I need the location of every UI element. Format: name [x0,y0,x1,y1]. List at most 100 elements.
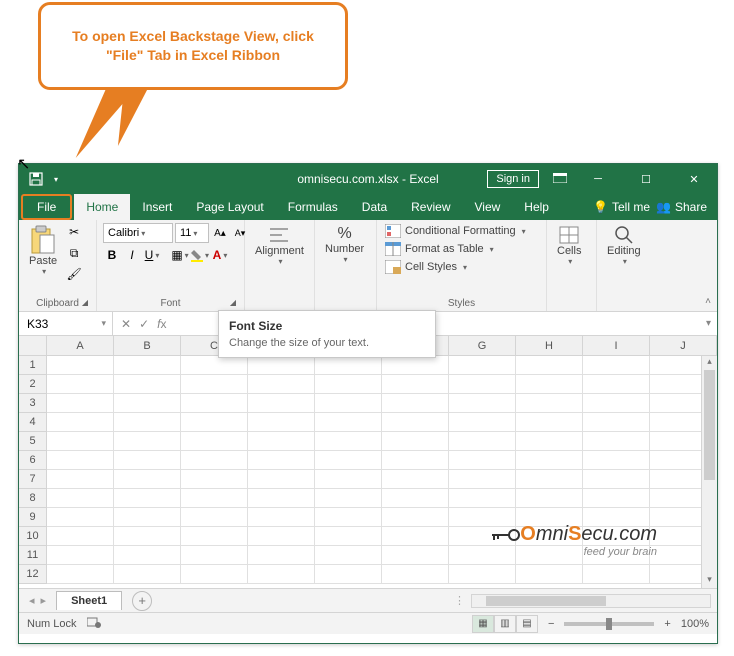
number-button[interactable]: % Number ▾ [321,223,368,266]
normal-view-button[interactable]: ▦ [472,615,494,633]
cell[interactable] [47,489,114,508]
cell[interactable] [47,508,114,527]
borders-icon[interactable]: ▦▾ [171,246,189,264]
row-header[interactable]: 5 [19,432,47,451]
cell[interactable] [382,451,449,470]
tab-home[interactable]: Home [74,194,130,220]
cell[interactable] [114,375,181,394]
zoom-thumb[interactable] [606,618,612,630]
tab-insert[interactable]: Insert [130,194,184,220]
cell[interactable] [382,527,449,546]
cell[interactable] [181,356,248,375]
page-layout-view-button[interactable]: ▥ [494,615,516,633]
cell[interactable] [516,470,583,489]
tab-data[interactable]: Data [350,194,399,220]
font-size-select[interactable]: 11▾ [175,223,209,243]
cell[interactable] [47,375,114,394]
horizontal-scrollbar[interactable] [471,594,711,608]
cell[interactable] [382,508,449,527]
row-header[interactable]: 4 [19,413,47,432]
sheet-nav-prev-icon[interactable]: ◂ [29,594,35,607]
tab-help[interactable]: Help [512,194,561,220]
cell[interactable] [449,413,516,432]
fx-icon[interactable]: fx [157,317,166,331]
cell[interactable] [181,527,248,546]
macro-record-icon[interactable] [87,616,101,631]
cell[interactable] [315,470,382,489]
cell[interactable] [248,394,315,413]
cell[interactable] [47,470,114,489]
cell[interactable] [181,508,248,527]
cell[interactable] [315,375,382,394]
tab-file[interactable]: File [21,194,72,220]
copy-icon[interactable]: ⧉ [65,244,83,262]
cell[interactable] [181,394,248,413]
cell[interactable] [315,527,382,546]
cell[interactable] [181,489,248,508]
cell[interactable] [449,375,516,394]
cell[interactable] [114,508,181,527]
signin-button[interactable]: Sign in [487,170,539,188]
cell[interactable] [449,565,516,584]
underline-icon[interactable]: U▾ [143,246,161,264]
cell[interactable] [181,413,248,432]
cell[interactable] [449,356,516,375]
cell[interactable] [382,394,449,413]
cell[interactable] [47,394,114,413]
scroll-up-icon[interactable]: ▴ [702,356,717,370]
column-header[interactable]: J [650,336,717,355]
cell[interactable] [248,451,315,470]
cell[interactable] [47,451,114,470]
enter-formula-icon[interactable]: ✓ [139,317,149,331]
cell[interactable] [47,565,114,584]
cell[interactable] [315,394,382,413]
cell[interactable] [583,470,650,489]
sheet-nav-next-icon[interactable]: ▸ [41,594,47,607]
cell[interactable] [382,546,449,565]
dialog-launcher-icon[interactable]: ◢ [230,298,236,307]
cell[interactable] [114,527,181,546]
cell[interactable] [516,565,583,584]
cell[interactable] [382,489,449,508]
cell[interactable] [315,546,382,565]
cell[interactable] [583,394,650,413]
cell[interactable] [114,546,181,565]
row-header[interactable]: 3 [19,394,47,413]
row-header[interactable]: 6 [19,451,47,470]
row-header[interactable]: 12 [19,565,47,584]
cell[interactable] [583,489,650,508]
cell[interactable] [181,470,248,489]
close-button[interactable]: ✕ [677,164,711,194]
cell[interactable] [516,413,583,432]
zoom-slider[interactable] [564,622,654,626]
cell[interactable] [583,451,650,470]
paste-button[interactable]: Paste ▾ [25,223,61,278]
row-header[interactable]: 10 [19,527,47,546]
cell[interactable] [449,489,516,508]
cell[interactable] [248,375,315,394]
cell[interactable] [181,375,248,394]
cell[interactable] [315,451,382,470]
cell[interactable] [181,451,248,470]
cell[interactable] [315,413,382,432]
cell[interactable] [47,432,114,451]
cell[interactable] [248,356,315,375]
cell-styles-button[interactable]: Cell Styles▾ [383,259,469,275]
cell[interactable] [315,356,382,375]
cell[interactable] [114,394,181,413]
cell[interactable] [248,508,315,527]
row-header[interactable]: 2 [19,375,47,394]
cells-button[interactable]: Cells ▾ [553,223,585,268]
scroll-down-icon[interactable]: ▾ [702,574,717,588]
cell[interactable] [114,489,181,508]
cell[interactable] [516,451,583,470]
cell[interactable] [583,565,650,584]
cell[interactable] [248,565,315,584]
conditional-formatting-button[interactable]: Conditional Formatting▾ [383,223,528,239]
cell[interactable] [114,565,181,584]
cell[interactable] [516,432,583,451]
bold-icon[interactable]: B [103,246,121,264]
row-header[interactable]: 8 [19,489,47,508]
cell[interactable] [114,470,181,489]
cell[interactable] [315,508,382,527]
